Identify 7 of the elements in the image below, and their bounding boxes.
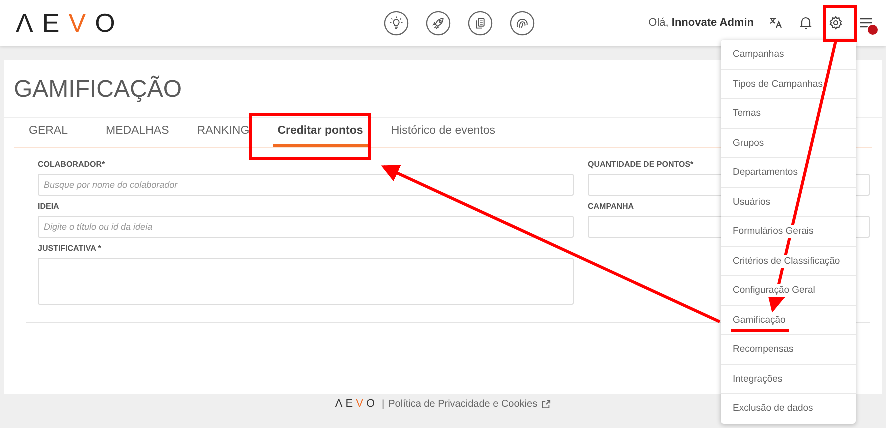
user-greeting: Olá, Innovate Admin	[648, 17, 754, 29]
field-label: JUSTIFICATIVA *	[38, 244, 102, 253]
separator: |	[382, 398, 385, 410]
field-label: QUANTIDADE DE PONTOS*	[588, 160, 695, 169]
field-label: CAMPANHA	[588, 202, 636, 211]
field-label: IDEIA	[38, 202, 60, 211]
field-label: COLABORADOR*	[38, 160, 106, 169]
